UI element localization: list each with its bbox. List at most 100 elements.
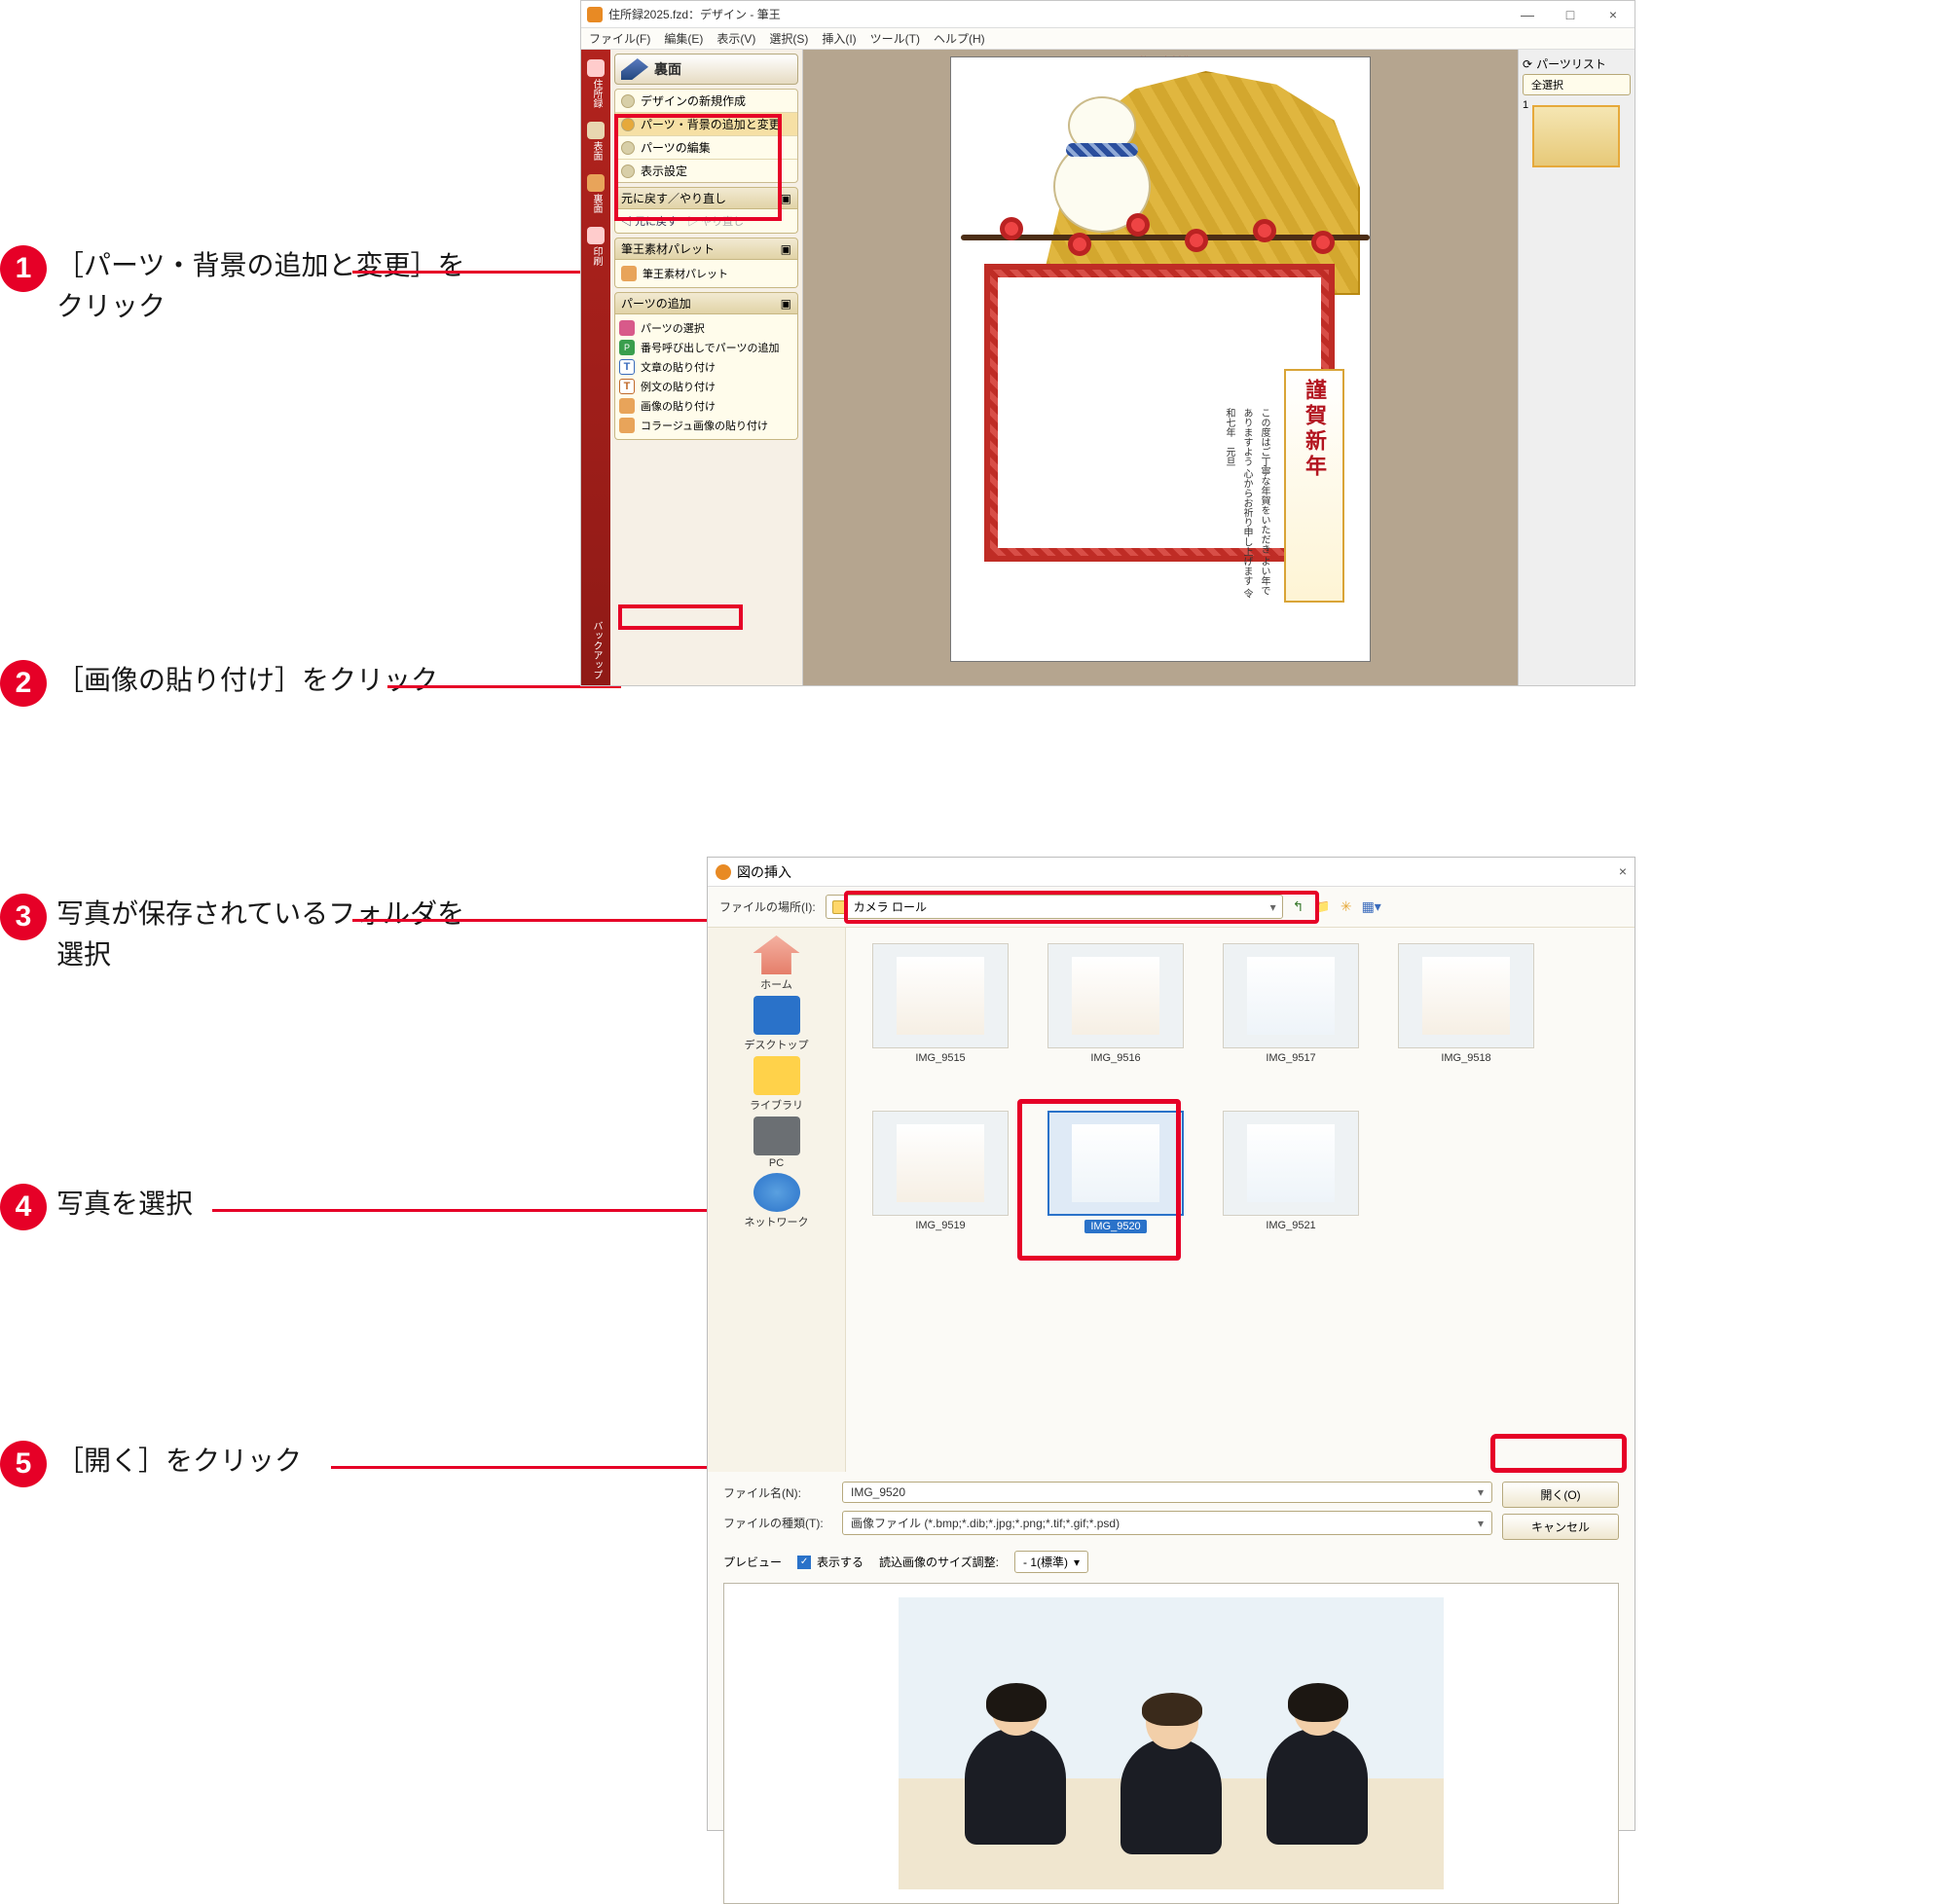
rail-addressbook[interactable]: 住所録: [584, 54, 607, 114]
undo-button[interactable]: ◁ 元に戻す: [621, 213, 678, 229]
pane-title: 裏面: [654, 59, 681, 79]
number-icon: P: [619, 340, 635, 355]
app-icon: [587, 7, 603, 22]
refresh-icon[interactable]: ⟳: [1523, 57, 1532, 71]
file-item[interactable]: IMG_9517: [1212, 943, 1370, 1099]
place-pc[interactable]: PC: [753, 1117, 800, 1169]
place-library[interactable]: ライブラリ: [750, 1056, 803, 1113]
highlight-selected-file: [1017, 1099, 1181, 1261]
preview-photo: [899, 1597, 1444, 1889]
add-parts-select[interactable]: パーツの選択: [619, 318, 793, 338]
view-menu-icon[interactable]: ▦▾: [1362, 898, 1381, 915]
file-item[interactable]: IMG_9518: [1387, 943, 1545, 1099]
filetype-row: ファイルの種類(T): 画像ファイル (*.bmp;*.dib;*.jpg;*.…: [723, 1511, 1492, 1535]
step-3: 3 写真が保存されているフォルダを選択: [0, 894, 465, 975]
step-badge-3: 3: [0, 894, 47, 940]
show-preview-checkbox[interactable]: ✓: [797, 1556, 811, 1569]
add-parts-by-number[interactable]: P番号呼び出しでパーツの追加: [619, 338, 793, 357]
step-4: 4 写真を選択: [0, 1184, 193, 1230]
titlebar[interactable]: 住所録2025.fzd：デザイン - 筆王 — □ ×: [581, 1, 1635, 28]
palette-open[interactable]: 筆王素材パレット: [621, 264, 791, 283]
task-new-design[interactable]: デザインの新規作成: [615, 90, 797, 112]
file-item[interactable]: IMG_9515: [862, 943, 1019, 1099]
step-badge-5: 5: [0, 1441, 47, 1487]
dialog-icon: [716, 864, 731, 880]
file-grid: IMG_9515 IMG_9516 IMG_9517 IMG_9518 IMG_…: [846, 928, 1635, 1472]
add-sample-text[interactable]: T例文の貼り付け: [619, 377, 793, 396]
thumb-index: 1: [1523, 99, 1528, 111]
collapse-icon[interactable]: ▣: [781, 242, 791, 256]
image-paste-icon: [619, 398, 635, 414]
window-title: 住所録2025.fzd：デザイン - 筆王: [608, 6, 781, 22]
dialog-title: 図の挿入: [737, 862, 791, 882]
task-display-settings[interactable]: 表示設定: [615, 159, 797, 182]
open-button[interactable]: 開く(O): [1502, 1482, 1619, 1508]
menu-help[interactable]: ヘルプ(H): [934, 30, 985, 47]
collage-icon: [619, 418, 635, 433]
menu-select[interactable]: 選択(S): [769, 30, 808, 47]
undo-group-header: 元に戻す／やり直し▣: [614, 187, 798, 209]
step-text-3: 写真が保存されているフォルダを選択: [56, 894, 465, 975]
menu-file[interactable]: ファイル(F): [589, 30, 650, 47]
pen-icon: [621, 58, 648, 80]
dialog-titlebar[interactable]: 図の挿入 ×: [708, 858, 1635, 887]
menubar: ファイル(F) 編集(E) 表示(V) 選択(S) 挿入(I) ツール(T) ヘ…: [581, 28, 1635, 50]
task-edit-parts[interactable]: パーツの編集: [615, 135, 797, 159]
rail-back[interactable]: 裏面: [584, 168, 607, 219]
palette-icon: [621, 266, 637, 281]
mode-rail: 住所録 表面 裏面 印刷 バックアップ: [581, 50, 610, 685]
redo-button[interactable]: ▷ やり直し: [687, 213, 744, 229]
step-5: 5 ［開く］をクリック: [0, 1441, 302, 1487]
greeting-message: この度はご丁寧な年賀をいただき よい年でありますよう 心からお祈り申し上げます …: [1156, 408, 1272, 603]
collapse-icon[interactable]: ▣: [781, 192, 791, 205]
add-image-paste[interactable]: 画像の貼り付け: [619, 396, 793, 416]
maximize-button[interactable]: □: [1549, 1, 1592, 28]
place-network[interactable]: ネットワーク: [745, 1173, 809, 1229]
design-canvas-area: お飾り素材集 謹賀新年: [803, 50, 1518, 685]
minimize-button[interactable]: —: [1506, 1, 1549, 28]
add-text[interactable]: T文章の貼り付け: [619, 357, 793, 377]
preview-label: プレビュー: [723, 1554, 782, 1570]
file-item[interactable]: IMG_9521: [1212, 1111, 1370, 1266]
parts-thumbnail[interactable]: [1532, 105, 1620, 167]
size-adjust-combo[interactable]: - 1(標準) ▾: [1014, 1551, 1088, 1573]
menu-insert[interactable]: 挿入(I): [822, 30, 856, 47]
highlight-folder-combo: [844, 891, 1319, 924]
step-1: 1 ［パーツ・背景の追加と変更］をクリック: [0, 245, 465, 327]
add-parts-group: パーツの追加▣ パーツの選択 P番号呼び出しでパーツの追加 T文章の貼り付け T…: [614, 292, 798, 440]
places-sidebar: ホーム デスクトップ ライブラリ PC ネットワーク: [708, 928, 846, 1472]
filename-field[interactable]: IMG_9520 ▾: [842, 1482, 1492, 1503]
palette-group-header: 筆王素材パレット▣: [614, 238, 798, 260]
file-item[interactable]: IMG_9519: [862, 1111, 1019, 1266]
insert-image-dialog: 図の挿入 × ファイルの場所(I): カメラ ロール ▾ ↰ 📁 ✳ ▦▾ ホー…: [707, 857, 1635, 1831]
print-icon: [587, 227, 605, 244]
close-button[interactable]: ×: [1592, 1, 1635, 28]
menu-edit[interactable]: 編集(E): [664, 30, 703, 47]
design-task-list: デザインの新規作成 パーツ・背景の追加と変更 パーツの編集 表示設定: [614, 89, 798, 183]
step-text-1: ［パーツ・背景の追加と変更］をクリック: [56, 245, 465, 327]
menu-view[interactable]: 表示(V): [716, 30, 755, 47]
chevron-down-icon: ▾: [1074, 1556, 1080, 1569]
back-icon: [587, 174, 605, 192]
postcard-canvas[interactable]: 謹賀新年 この度はご丁寧な年賀をいただき よい年でありますよう 心からお祈り申し…: [951, 57, 1370, 661]
cancel-button[interactable]: キャンセル: [1502, 1514, 1619, 1540]
rail-front[interactable]: 表面: [584, 116, 607, 166]
step-text-2: ［画像の貼り付け］をクリック: [56, 660, 438, 701]
filetype-field[interactable]: 画像ファイル (*.bmp;*.dib;*.jpg;*.png;*.tif;*.…: [842, 1511, 1492, 1535]
place-desktop[interactable]: デスクトップ: [745, 996, 809, 1052]
step-2: 2 ［画像の貼り付け］をクリック: [0, 660, 438, 707]
rail-print[interactable]: 印刷: [584, 221, 607, 272]
rail-backup[interactable]: バックアップ: [584, 615, 607, 685]
select-all-button[interactable]: 全選択: [1523, 74, 1631, 95]
add-collage-image[interactable]: コラージュ画像の貼り付け: [619, 416, 793, 435]
collapse-icon[interactable]: ▣: [781, 297, 791, 311]
menu-tools[interactable]: ツール(T): [870, 30, 920, 47]
task-add-parts-bg[interactable]: パーツ・背景の追加と変更: [615, 112, 797, 135]
file-item[interactable]: IMG_9516: [1037, 943, 1194, 1099]
palette-group: 筆王素材パレット▣ 筆王素材パレット: [614, 238, 798, 288]
dialog-close-button[interactable]: ×: [1619, 863, 1627, 879]
place-home[interactable]: ホーム: [753, 935, 800, 992]
location-label: ファイルの場所(I):: [719, 898, 816, 915]
step-badge-2: 2: [0, 660, 47, 707]
new-folder-icon[interactable]: ✳: [1341, 898, 1352, 915]
